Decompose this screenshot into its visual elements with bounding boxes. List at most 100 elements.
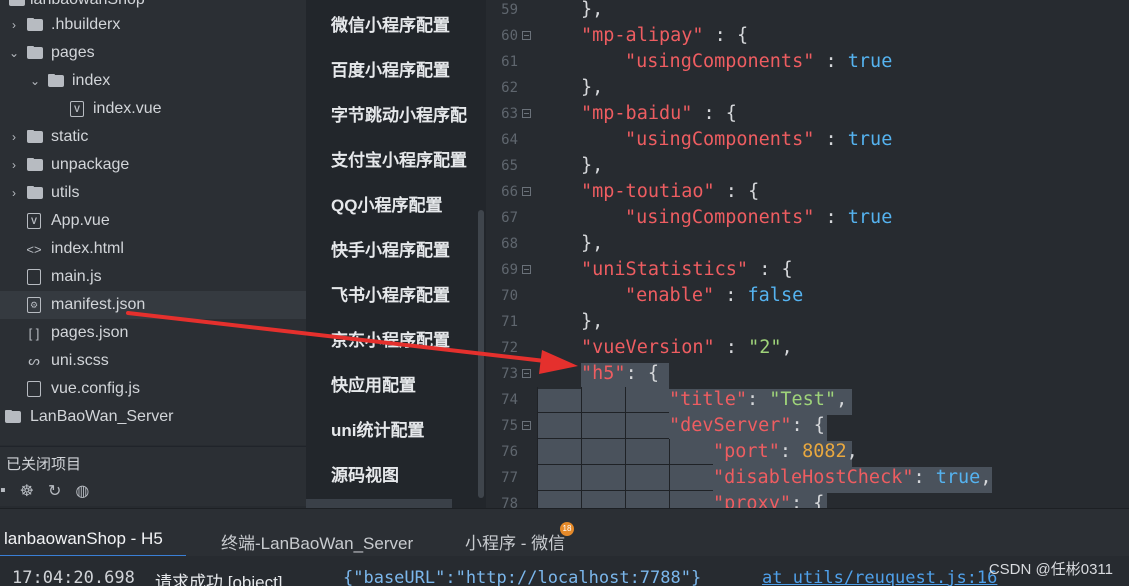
code-token: "vueVersion" xyxy=(581,337,715,358)
nav-scrollbar[interactable] xyxy=(478,210,484,498)
fold-toggle-icon[interactable] xyxy=(522,187,531,196)
code-line[interactable]: 64 "usingComponents" : true xyxy=(486,127,1129,153)
code-text: "vueVersion" : "2", xyxy=(581,337,793,358)
code-line[interactable]: 67 "usingComponents" : true xyxy=(486,205,1129,231)
code-token: true xyxy=(847,51,893,72)
code-line[interactable]: 72 "vueVersion" : "2", xyxy=(486,335,1129,361)
tree-item-main-js[interactable]: main.js xyxy=(0,263,306,291)
code-token: : { xyxy=(790,493,825,508)
bottom-panel-tabs: lanbaowanShop - H5 终端-LanBaoWan_Server 小… xyxy=(0,508,1129,557)
fold-toggle-icon[interactable] xyxy=(522,31,531,40)
code-line[interactable]: 60 "mp-alipay" : { xyxy=(486,23,1129,49)
tab-miniprogram-weixin[interactable]: 小程序 - 微信 xyxy=(465,529,565,554)
code-line[interactable]: 62}, xyxy=(486,75,1129,101)
chevron-down-icon[interactable]: ⌄ xyxy=(9,46,19,60)
code-line[interactable]: 65}, xyxy=(486,153,1129,179)
tree-item-manifest-json[interactable]: ⚙ manifest.json xyxy=(0,291,306,319)
code-text: "mp-alipay" : { xyxy=(581,25,748,46)
tree-item-unpackage[interactable]: › unpackage xyxy=(0,151,306,179)
code-line[interactable]: 76 "port": 8082, xyxy=(486,439,1129,465)
chevron-right-icon[interactable]: › xyxy=(9,158,19,172)
code-text: }, xyxy=(581,0,603,20)
tree-item-static[interactable]: › static xyxy=(0,123,306,151)
code-text: "port": 8082, xyxy=(713,441,858,462)
code-editor[interactable]: 59}, 60 "mp-alipay" : {61 "usingComponents"… xyxy=(486,0,1129,508)
tab-terminal[interactable]: 终端-LanBaoWan_Server xyxy=(221,529,413,554)
js-file-icon xyxy=(27,269,41,285)
closed-projects-header[interactable]: 已关闭项目 xyxy=(0,446,306,476)
code-token: , xyxy=(846,441,858,462)
code-line[interactable]: 59}, xyxy=(486,0,1129,23)
closed-projects-label: 已关闭项目 xyxy=(6,456,82,473)
code-token: : xyxy=(814,129,848,150)
nav-item-jd[interactable]: 京东小程序配置 xyxy=(331,326,450,351)
fold-toggle-icon[interactable] xyxy=(522,109,531,118)
panel-icon[interactable]: ▪ xyxy=(0,482,6,500)
chevron-down-icon[interactable]: ⌄ xyxy=(30,74,40,88)
indent-guide xyxy=(625,465,669,491)
palette-icon[interactable]: ◍ xyxy=(75,481,89,501)
code-line[interactable]: 69 "uniStatistics" : { xyxy=(486,257,1129,283)
nav-item-weixin[interactable]: 微信小程序配置 xyxy=(331,11,450,36)
folder-open-icon xyxy=(26,45,44,61)
code-line[interactable]: 78 "proxy": { xyxy=(486,491,1129,508)
bug-icon[interactable]: ☸ xyxy=(20,481,34,501)
indent-guide xyxy=(581,491,625,508)
tree-item-app-vue[interactable]: V App.vue xyxy=(0,207,306,235)
tab-h5[interactable]: lanbaowanShop - H5 xyxy=(4,529,163,549)
tree-item-uni-scss[interactable]: ᔕ uni.scss xyxy=(0,347,306,375)
chevron-right-icon[interactable]: › xyxy=(9,130,19,144)
tree-item-hbuilderx[interactable]: › .hbuilderx xyxy=(0,11,306,39)
line-number: 70 xyxy=(501,288,518,304)
nav-item-quickapp[interactable]: 快应用配置 xyxy=(331,371,416,396)
tree-item-vue-config-js[interactable]: vue.config.js xyxy=(0,375,306,403)
nav-item-kuaishou[interactable]: 快手小程序配置 xyxy=(331,236,450,261)
indent-guide xyxy=(669,491,713,508)
console-message: 请求成功 [object] xyxy=(155,573,283,586)
tree-item-label: index.html xyxy=(51,240,124,257)
indent-guide xyxy=(669,439,713,465)
code-line[interactable]: 63 "mp-baidu" : { xyxy=(486,101,1129,127)
tree-item-label: vue.config.js xyxy=(51,380,140,397)
fold-toggle-icon[interactable] xyxy=(522,421,531,430)
fold-toggle-icon[interactable] xyxy=(522,369,531,378)
nav-item-qq[interactable]: QQ小程序配置 xyxy=(331,191,442,216)
code-line[interactable]: 74 "title": "Test", xyxy=(486,387,1129,413)
tree-item-lanbaowan-server[interactable]: LanBaoWan_Server xyxy=(0,403,306,431)
json-file-icon: [ ] xyxy=(28,325,40,341)
chevron-right-icon[interactable]: › xyxy=(9,18,19,32)
tree-item-pages-json[interactable]: [ ] pages.json xyxy=(0,319,306,347)
tree-item-label: index xyxy=(72,72,111,89)
fold-toggle-icon[interactable] xyxy=(522,265,531,274)
nav-item-toutiao[interactable]: 字节跳动小程序配 xyxy=(331,101,467,126)
tree-item-index-html[interactable]: <> index.html xyxy=(0,235,306,263)
code-token: true xyxy=(847,129,893,150)
code-line[interactable]: 61 "usingComponents" : true xyxy=(486,49,1129,75)
refresh-icon[interactable]: ↻ xyxy=(48,481,61,501)
nav-item-alipay[interactable]: 支付宝小程序配置 xyxy=(331,146,467,171)
code-line[interactable]: 68}, xyxy=(486,231,1129,257)
line-number: 77 xyxy=(501,470,518,486)
nav-item-uni-statistics[interactable]: uni统计配置 xyxy=(331,416,425,441)
line-number: 62 xyxy=(501,80,518,96)
code-token: "uniStatistics" xyxy=(581,259,749,280)
nav-item-baidu[interactable]: 百度小程序配置 xyxy=(331,56,450,81)
code-token: true xyxy=(847,207,893,228)
code-token: "usingComponents" xyxy=(625,207,815,228)
console-source-link[interactable]: at utils/reuquest.js:16 xyxy=(762,568,997,586)
tree-item-pages[interactable]: ⌄ pages xyxy=(0,39,306,67)
code-line[interactable]: 75 "devServer": { xyxy=(486,413,1129,439)
code-token: , xyxy=(980,467,992,488)
code-token: "2" xyxy=(748,337,782,358)
code-line[interactable]: 70 "enable" : false xyxy=(486,283,1129,309)
chevron-right-icon[interactable]: › xyxy=(9,186,19,200)
tree-item-utils[interactable]: › utils xyxy=(0,179,306,207)
tree-item-index-folder[interactable]: ⌄ index xyxy=(0,67,306,95)
code-line[interactable]: 77 "disableHostCheck": true, xyxy=(486,465,1129,491)
code-line[interactable]: 73 "h5": { xyxy=(486,361,1129,387)
nav-item-feishu[interactable]: 飞书小程序配置 xyxy=(331,281,450,306)
code-line[interactable]: 66 "mp-toutiao" : { xyxy=(486,179,1129,205)
code-line[interactable]: 71}, xyxy=(486,309,1129,335)
tree-item-index-vue[interactable]: V index.vue xyxy=(0,95,306,123)
nav-item-source-view[interactable]: 源码视图 xyxy=(331,461,399,486)
